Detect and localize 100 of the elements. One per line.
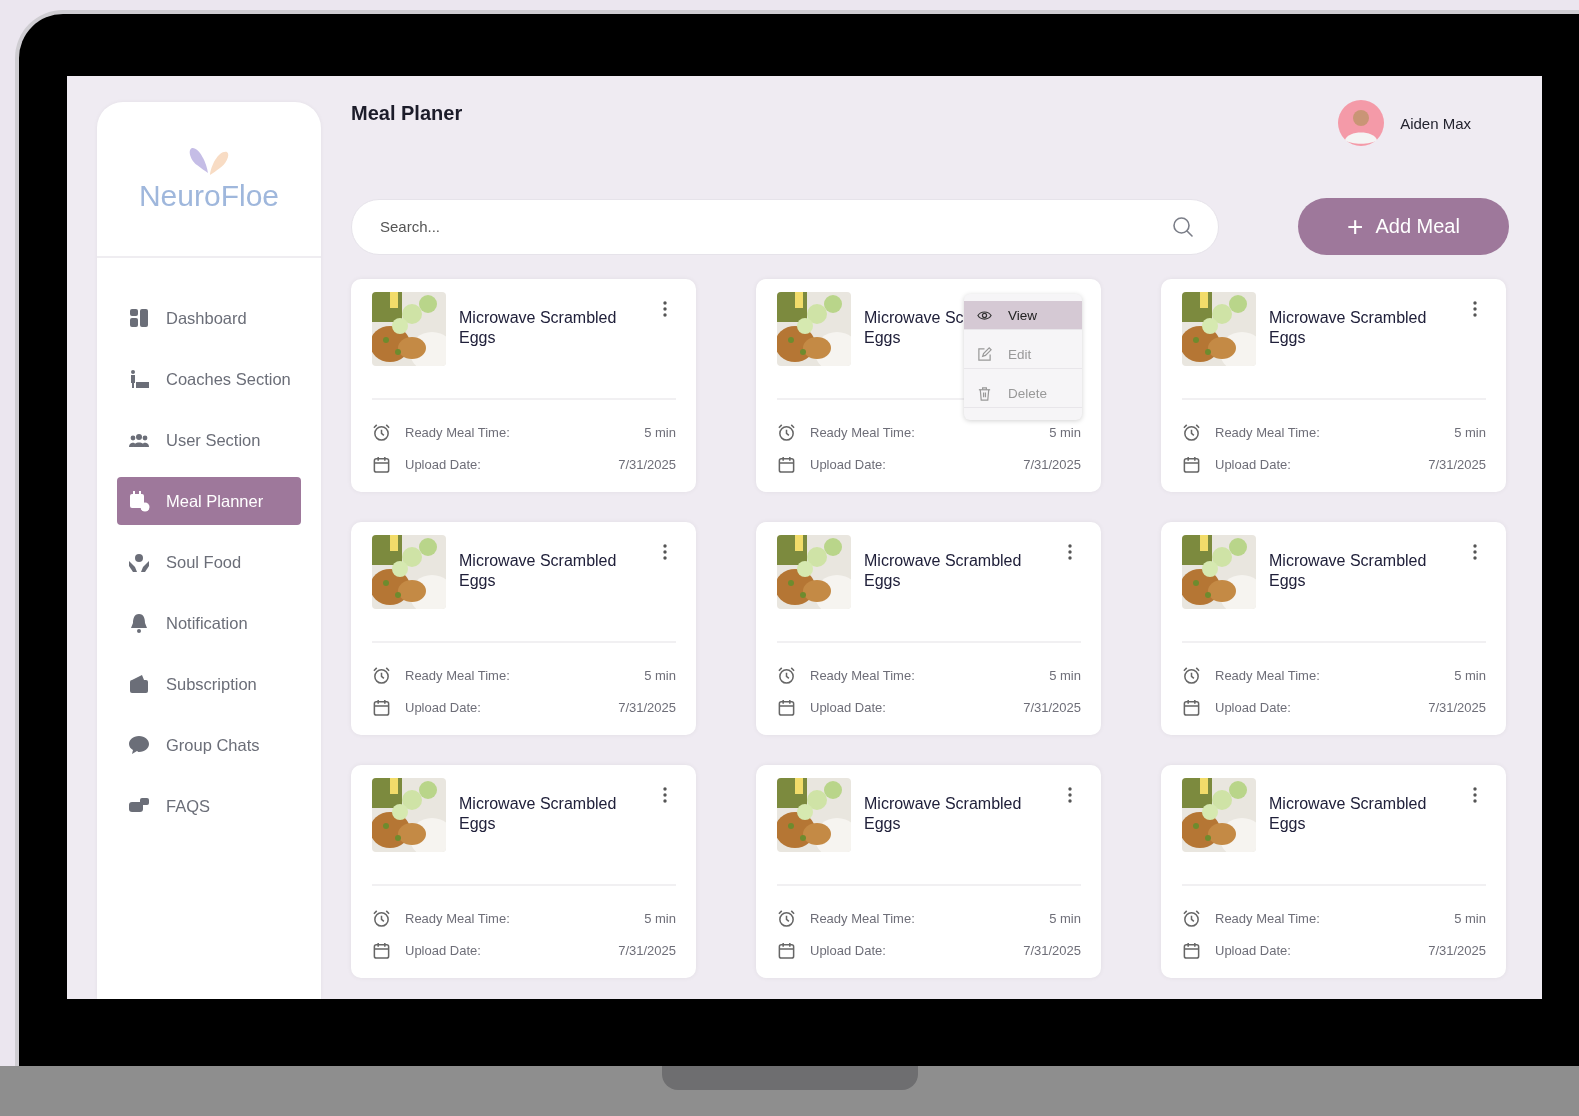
meal-title: Microwave Scrambled Eggs [1269, 308, 1427, 348]
meta-label: Upload Date: [405, 456, 482, 472]
butterfly-logo-icon [187, 145, 231, 177]
sidebar-item[interactable]: Coaches Section [117, 355, 301, 403]
meta-label: Upload Date: [1215, 942, 1292, 958]
wallet-icon [128, 673, 150, 695]
meta-label: Upload Date: [810, 942, 887, 958]
calendar-icon [372, 454, 391, 474]
meta-value: 7/31/2025 [618, 942, 676, 958]
sidebar-item[interactable]: User Section [117, 416, 301, 464]
add-meal-button[interactable]: + Add Meal [1298, 198, 1509, 255]
alarm-clock-icon [372, 908, 391, 928]
podium-icon [128, 368, 150, 390]
meta-label: Ready Meal Time: [1215, 667, 1321, 683]
alarm-clock-icon [372, 665, 391, 685]
meal-title: Microwave Scrambled Eggs [1269, 794, 1427, 834]
menu-item[interactable]: View [964, 301, 1082, 330]
menu-item[interactable]: Edit [964, 340, 1082, 369]
page-title: Meal Planer [351, 101, 463, 125]
meta-value: 5 min [644, 424, 676, 440]
meta-label: Ready Meal Time: [1215, 424, 1321, 440]
alarm-clock-icon [1182, 422, 1201, 442]
meta-label: Ready Meal Time: [810, 667, 916, 683]
brand-name: NeuroFloe [138, 179, 280, 213]
user-name: Aiden Max [1400, 114, 1471, 132]
meta-label: Ready Meal Time: [405, 910, 511, 926]
meta-label: Upload Date: [1215, 456, 1292, 472]
calendar-icon [128, 490, 150, 512]
alarm-clock-icon [1182, 908, 1201, 928]
bell-icon [128, 612, 150, 634]
more-options-icon[interactable] [662, 787, 668, 803]
sidebar-item[interactable]: FAQS [117, 782, 301, 830]
meta-value: 7/31/2025 [618, 456, 676, 472]
meta-value: 5 min [1049, 910, 1081, 926]
avatar-icon [1338, 100, 1385, 146]
meal-title: Microwave Scrambled Eggs [864, 551, 1022, 591]
more-options-icon[interactable] [662, 544, 668, 560]
meta-value: 5 min [644, 910, 676, 926]
calendar-icon [372, 697, 391, 717]
chat-icon [128, 734, 150, 756]
calendar-icon [777, 697, 796, 717]
meta-value: 7/31/2025 [1428, 699, 1486, 715]
menu-item[interactable]: Delete [964, 379, 1082, 408]
calendar-icon [372, 940, 391, 960]
meta-label: Ready Meal Time: [810, 424, 916, 440]
sidebar-item[interactable]: Notification [117, 599, 301, 647]
more-options-icon[interactable] [1472, 544, 1478, 560]
alarm-clock-icon [372, 422, 391, 442]
meta-label: Ready Meal Time: [1215, 910, 1321, 926]
trash-icon [977, 385, 992, 401]
meta-label: Upload Date: [405, 699, 482, 715]
meta-label: Upload Date: [1215, 699, 1292, 715]
edit-icon [977, 346, 992, 362]
calendar-icon [1182, 697, 1201, 717]
sidebar-item[interactable]: Group Chats [117, 721, 301, 769]
more-options-icon[interactable] [1067, 787, 1073, 803]
search-field[interactable]: Search... [351, 198, 1219, 255]
meta-value: 7/31/2025 [1428, 942, 1486, 958]
meal-title: Microwave Scrambled Eggs [459, 551, 617, 591]
meal-title: Microwave Scrambled Eggs [1269, 551, 1427, 591]
meta-value: 5 min [1454, 424, 1486, 440]
more-options-icon[interactable] [1472, 787, 1478, 803]
meta-value: 5 min [1454, 667, 1486, 683]
dashboard-icon [128, 307, 150, 329]
meta-value: 7/31/2025 [1023, 456, 1081, 472]
calendar-icon [777, 454, 796, 474]
meta-value: 7/31/2025 [618, 699, 676, 715]
more-options-icon[interactable] [662, 301, 668, 317]
meta-label: Ready Meal Time: [810, 910, 916, 926]
meta-label: Ready Meal Time: [405, 424, 511, 440]
alarm-clock-icon [777, 908, 796, 928]
meal-title: Microwave Scrambled Eggs [459, 794, 617, 834]
meta-value: 7/31/2025 [1023, 699, 1081, 715]
meta-value: 5 min [1454, 910, 1486, 926]
meta-label: Upload Date: [810, 699, 887, 715]
alarm-clock-icon [1182, 665, 1201, 685]
calendar-icon [1182, 454, 1201, 474]
sidebar-item[interactable]: Dashboard [117, 294, 301, 342]
more-options-icon[interactable] [1067, 544, 1073, 560]
sidebar-item[interactable]: Subscription [117, 660, 301, 708]
sidebar-item[interactable]: Soul Food [117, 538, 301, 586]
meal-title: Microwave Scrambled Eggs [864, 794, 1022, 834]
sidebar-item[interactable]: Meal Planner [117, 477, 301, 525]
meta-value: 5 min [1049, 667, 1081, 683]
search-icon[interactable] [1171, 214, 1195, 239]
hands-icon [128, 551, 150, 573]
meal-title: Microwave Sc Eggs [864, 308, 964, 348]
meta-value: 5 min [1049, 424, 1081, 440]
meta-value: 5 min [644, 667, 676, 683]
alarm-clock-icon [777, 665, 796, 685]
calendar-icon [777, 940, 796, 960]
calendar-icon [1182, 940, 1201, 960]
alarm-clock-icon [777, 422, 796, 442]
meta-label: Upload Date: [810, 456, 887, 472]
meta-label: Ready Meal Time: [405, 667, 511, 683]
meta-label: Upload Date: [405, 942, 482, 958]
meta-value: 7/31/2025 [1428, 456, 1486, 472]
meta-value: 7/31/2025 [1023, 942, 1081, 958]
more-options-icon[interactable] [1472, 301, 1478, 317]
meal-title: Microwave Scrambled Eggs [459, 308, 617, 348]
